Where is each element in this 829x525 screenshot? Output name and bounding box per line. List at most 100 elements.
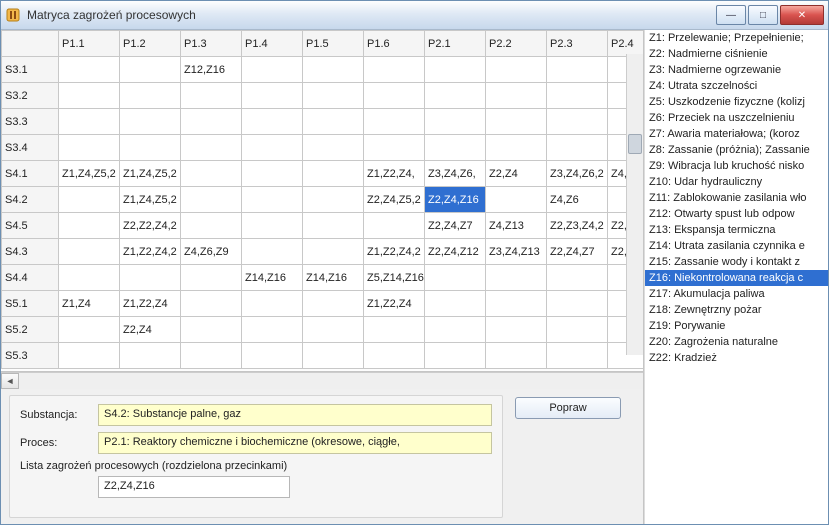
matrix-cell[interactable]: [547, 317, 608, 343]
matrix-cell[interactable]: [242, 161, 303, 187]
hazard-legend-item[interactable]: Z13: Ekspansja termiczna: [645, 222, 828, 238]
matrix-cell[interactable]: [425, 291, 486, 317]
matrix-cell[interactable]: [59, 343, 120, 369]
hazard-legend-item[interactable]: Z20: Zagrożenia naturalne: [645, 334, 828, 350]
matrix-cell[interactable]: [120, 83, 181, 109]
column-header[interactable]: P1.5: [303, 31, 364, 57]
matrix-cell[interactable]: [120, 265, 181, 291]
matrix-grid[interactable]: P1.1P1.2P1.3P1.4P1.5P1.6P2.1P2.2P2.3P2.4…: [1, 30, 643, 372]
matrix-cell[interactable]: [547, 291, 608, 317]
matrix-cell[interactable]: [364, 213, 425, 239]
row-header[interactable]: S4.1: [2, 161, 59, 187]
matrix-cell[interactable]: [303, 161, 364, 187]
matrix-cell[interactable]: [120, 343, 181, 369]
hazard-legend-item[interactable]: Z22: Kradzież: [645, 350, 828, 366]
matrix-cell[interactable]: [364, 83, 425, 109]
column-header[interactable]: P1.2: [120, 31, 181, 57]
matrix-cell[interactable]: Z5,Z14,Z16: [364, 265, 425, 291]
row-header[interactable]: S3.1: [2, 57, 59, 83]
matrix-cell[interactable]: Z3,Z4,Z6,: [425, 161, 486, 187]
hazard-legend-item[interactable]: Z5: Uszkodzenie fizyczne (kolizj: [645, 94, 828, 110]
matrix-cell[interactable]: [59, 213, 120, 239]
column-header[interactable]: P1.4: [242, 31, 303, 57]
matrix-cell[interactable]: [242, 239, 303, 265]
matrix-cell[interactable]: [181, 83, 242, 109]
matrix-cell[interactable]: [242, 187, 303, 213]
matrix-cell[interactable]: [59, 187, 120, 213]
matrix-cell[interactable]: Z2,Z4: [486, 161, 547, 187]
column-header[interactable]: P1.3: [181, 31, 242, 57]
hazard-legend-item[interactable]: Z8: Zassanie (próżnia); Zassanie: [645, 142, 828, 158]
matrix-cell[interactable]: [181, 317, 242, 343]
row-header[interactable]: S4.4: [2, 265, 59, 291]
matrix-cell[interactable]: [242, 83, 303, 109]
matrix-cell[interactable]: Z1,Z2,Z4,2: [364, 239, 425, 265]
matrix-cell[interactable]: [547, 265, 608, 291]
matrix-cell[interactable]: Z1,Z4: [59, 291, 120, 317]
matrix-cell[interactable]: [181, 187, 242, 213]
matrix-cell[interactable]: Z2,Z4,Z7: [547, 239, 608, 265]
matrix-cell[interactable]: [181, 135, 242, 161]
matrix-cell[interactable]: [303, 213, 364, 239]
matrix-cell[interactable]: [242, 57, 303, 83]
matrix-cell[interactable]: [120, 57, 181, 83]
matrix-cell[interactable]: Z3,Z4,Z6,2: [547, 161, 608, 187]
row-header[interactable]: S5.1: [2, 291, 59, 317]
matrix-cell[interactable]: Z1,Z4,Z5,2: [120, 161, 181, 187]
matrix-cell[interactable]: [425, 265, 486, 291]
row-header[interactable]: S3.4: [2, 135, 59, 161]
horizontal-scrollbar[interactable]: ◄: [1, 372, 643, 389]
matrix-cell[interactable]: [242, 109, 303, 135]
hazard-legend-item[interactable]: Z16: Niekontrolowana reakcja c: [645, 270, 828, 286]
matrix-cell[interactable]: [303, 291, 364, 317]
matrix-cell[interactable]: Z2,Z4,Z16: [425, 187, 486, 213]
matrix-cell[interactable]: [486, 135, 547, 161]
row-header[interactable]: S5.3: [2, 343, 59, 369]
matrix-cell[interactable]: [59, 83, 120, 109]
matrix-cell[interactable]: [181, 343, 242, 369]
matrix-cell[interactable]: [59, 317, 120, 343]
matrix-cell[interactable]: [242, 135, 303, 161]
column-header[interactable]: P1.6: [364, 31, 425, 57]
maximize-button[interactable]: □: [748, 5, 778, 25]
matrix-cell[interactable]: [303, 317, 364, 343]
matrix-cell[interactable]: Z4,Z13: [486, 213, 547, 239]
matrix-cell[interactable]: [120, 135, 181, 161]
matrix-cell[interactable]: [303, 343, 364, 369]
matrix-cell[interactable]: [547, 83, 608, 109]
matrix-cell[interactable]: Z1,Z2,Z4,: [364, 161, 425, 187]
matrix-cell[interactable]: [486, 109, 547, 135]
matrix-cell[interactable]: Z2,Z4,Z7: [425, 213, 486, 239]
minimize-button[interactable]: —: [716, 5, 746, 25]
matrix-cell[interactable]: Z2,Z4,Z5,2: [364, 187, 425, 213]
hazard-legend-item[interactable]: Z2: Nadmierne ciśnienie: [645, 46, 828, 62]
matrix-cell[interactable]: [364, 57, 425, 83]
matrix-cell[interactable]: [181, 291, 242, 317]
column-header[interactable]: P2.2: [486, 31, 547, 57]
matrix-cell[interactable]: [59, 239, 120, 265]
matrix-cell[interactable]: [242, 291, 303, 317]
matrix-cell[interactable]: [364, 135, 425, 161]
matrix-cell[interactable]: [486, 83, 547, 109]
matrix-cell[interactable]: [303, 187, 364, 213]
matrix-cell[interactable]: [181, 109, 242, 135]
matrix-cell[interactable]: [364, 343, 425, 369]
matrix-cell[interactable]: [303, 135, 364, 161]
matrix-cell[interactable]: [425, 135, 486, 161]
hazard-list-input[interactable]: Z2,Z4,Z16: [98, 476, 290, 498]
row-header[interactable]: S4.5: [2, 213, 59, 239]
matrix-cell[interactable]: [120, 109, 181, 135]
matrix-cell[interactable]: [303, 57, 364, 83]
matrix-cell[interactable]: Z14,Z16: [303, 265, 364, 291]
matrix-cell[interactable]: [547, 135, 608, 161]
matrix-cell[interactable]: Z12,Z16: [181, 57, 242, 83]
matrix-cell[interactable]: [486, 343, 547, 369]
matrix-cell[interactable]: [486, 317, 547, 343]
matrix-cell[interactable]: Z1,Z2,Z4: [364, 291, 425, 317]
matrix-cell[interactable]: [59, 57, 120, 83]
hazard-legend-item[interactable]: Z17: Akumulacja paliwa: [645, 286, 828, 302]
matrix-cell[interactable]: [59, 265, 120, 291]
row-header[interactable]: S4.3: [2, 239, 59, 265]
row-header[interactable]: S3.2: [2, 83, 59, 109]
matrix-cell[interactable]: [181, 161, 242, 187]
